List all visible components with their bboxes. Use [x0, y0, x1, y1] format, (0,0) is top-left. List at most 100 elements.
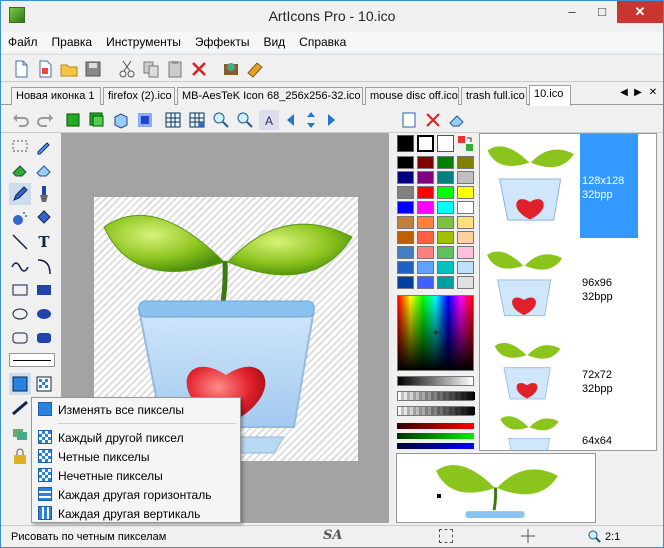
layers-icon[interactable] — [9, 423, 31, 445]
brush-size-icon[interactable] — [9, 397, 31, 419]
redo-icon[interactable] — [35, 110, 55, 130]
brush-icon[interactable] — [33, 183, 55, 205]
color-swatch[interactable] — [437, 216, 454, 229]
color-swatch[interactable] — [457, 186, 474, 199]
filled-ellipse-icon[interactable] — [33, 303, 55, 325]
new-from-image-icon[interactable] — [35, 59, 55, 79]
menu-item-every-other-pixel[interactable]: Каждый другой пиксел — [34, 428, 238, 447]
curve-tool-icon[interactable] — [9, 255, 31, 277]
eraser-tool-icon[interactable] — [9, 159, 31, 181]
color-swatch[interactable] — [457, 246, 474, 259]
grid-icon[interactable] — [163, 110, 183, 130]
fill-bucket-icon[interactable] — [33, 207, 55, 229]
minimize-button[interactable]: – — [557, 1, 587, 23]
format-item-96[interactable]: 96x96 32bpp — [480, 238, 656, 342]
primary-color[interactable] — [397, 135, 414, 152]
menu-help[interactable]: Справка — [292, 32, 353, 49]
alpha-slider[interactable] — [397, 391, 475, 401]
tab-mouse-disc[interactable]: mouse disc off.ico — [365, 87, 459, 105]
blue-channel-slider[interactable] — [397, 443, 474, 449]
move-right-icon[interactable] — [319, 110, 339, 130]
paste-icon[interactable] — [165, 59, 185, 79]
color-swatch[interactable] — [457, 171, 474, 184]
color-swatch[interactable] — [397, 201, 414, 214]
color-picker-icon[interactable] — [33, 135, 55, 157]
tab-firefox[interactable]: firefox (2).ico — [103, 87, 175, 105]
color-swatch[interactable] — [397, 261, 414, 274]
pixel-grid-icon[interactable] — [187, 110, 207, 130]
zoom-out-icon[interactable] — [235, 110, 255, 130]
airbrush-icon[interactable] — [9, 207, 31, 229]
color-swatch[interactable] — [457, 231, 474, 244]
color-swatch[interactable] — [437, 156, 454, 169]
pixel-mode-all-icon[interactable] — [9, 373, 31, 395]
color-swatch[interactable] — [417, 216, 434, 229]
save-icon[interactable] — [83, 59, 103, 79]
swap-colors-icon[interactable] — [457, 135, 474, 152]
pencil-icon[interactable] — [9, 183, 31, 205]
color-swatch[interactable] — [417, 156, 434, 169]
arc-tool-icon[interactable] — [33, 255, 55, 277]
green-channel-slider[interactable] — [397, 433, 474, 439]
color-swatch[interactable] — [457, 156, 474, 169]
menu-file[interactable]: Файл — [1, 32, 45, 49]
color-swatch[interactable] — [417, 171, 434, 184]
color-swatch[interactable] — [437, 201, 454, 214]
alpha-slider-2[interactable] — [397, 406, 475, 416]
fill-green-2-icon[interactable] — [87, 110, 107, 130]
color-swatch[interactable] — [457, 261, 474, 274]
zoom-in-icon[interactable] — [211, 110, 231, 130]
cube-icon[interactable] — [111, 110, 131, 130]
menu-item-every-other-column[interactable]: Каждая другая вертикаль — [34, 504, 238, 523]
delete-icon[interactable] — [189, 59, 209, 79]
menu-view[interactable]: Вид — [256, 32, 292, 49]
color-eraser-icon[interactable] — [33, 159, 55, 181]
tab-10-ico[interactable]: 10.ico — [529, 85, 571, 106]
maximize-button[interactable]: □ — [587, 1, 617, 23]
tab-prev-button[interactable]: ◀ — [617, 87, 631, 98]
format-item-128[interactable]: 128x128 32bpp — [480, 134, 656, 238]
glow-icon[interactable] — [135, 110, 155, 130]
color-swatch[interactable] — [397, 231, 414, 244]
move-icon[interactable] — [301, 110, 321, 130]
pixel-mode-checker-icon[interactable] — [33, 373, 55, 395]
menu-item-odd-pixels[interactable]: Нечетные пикселы — [34, 466, 238, 485]
filled-rounded-rect-icon[interactable] — [33, 327, 55, 349]
move-left-icon[interactable] — [283, 110, 303, 130]
eraser-icon[interactable] — [447, 110, 467, 130]
color-spectrum[interactable]: + — [397, 295, 474, 371]
close-button[interactable]: ✕ — [617, 1, 663, 23]
color-swatch[interactable] — [397, 156, 414, 169]
open-folder-icon[interactable] — [59, 59, 79, 79]
antialias-text-icon[interactable]: A — [259, 110, 279, 130]
color-swatch[interactable] — [397, 246, 414, 259]
menu-item-even-pixels[interactable]: Четные пикселы — [34, 447, 238, 466]
lock-icon[interactable] — [9, 445, 31, 467]
line-tool-icon[interactable] — [9, 231, 31, 253]
rect-select-icon[interactable] — [9, 135, 31, 157]
tab-new-icon-1[interactable]: Новая иконка 1 — [11, 87, 101, 105]
color-swatch[interactable] — [457, 276, 474, 289]
color-swatch[interactable] — [457, 216, 474, 229]
menu-item-all-pixels[interactable]: Изменять все пикселы — [34, 400, 238, 419]
menu-effects[interactable]: Эффекты — [188, 32, 257, 49]
brightness-slider[interactable] — [397, 376, 474, 386]
secondary-color[interactable] — [417, 135, 434, 152]
undo-icon[interactable] — [11, 110, 31, 130]
book-icon[interactable] — [245, 59, 265, 79]
cut-icon[interactable] — [117, 59, 137, 79]
tab-next-button[interactable]: ▶ — [631, 87, 645, 98]
filled-rectangle-icon[interactable] — [33, 279, 55, 301]
ellipse-tool-icon[interactable] — [9, 303, 31, 325]
transparent-color[interactable] — [437, 135, 454, 152]
rounded-rect-icon[interactable] — [9, 327, 31, 349]
color-swatch[interactable] — [397, 216, 414, 229]
color-swatch[interactable] — [437, 231, 454, 244]
color-swatch[interactable] — [417, 201, 434, 214]
text-tool-icon[interactable]: T — [33, 231, 55, 253]
color-swatch[interactable] — [417, 186, 434, 199]
remove-format-icon[interactable] — [423, 110, 443, 130]
color-swatch[interactable] — [437, 276, 454, 289]
menu-item-every-other-row[interactable]: Каждая другая горизонталь — [34, 485, 238, 504]
tab-mb-aestek[interactable]: MB-AesTeK Icon 68_256x256-32.ico — [177, 87, 363, 105]
